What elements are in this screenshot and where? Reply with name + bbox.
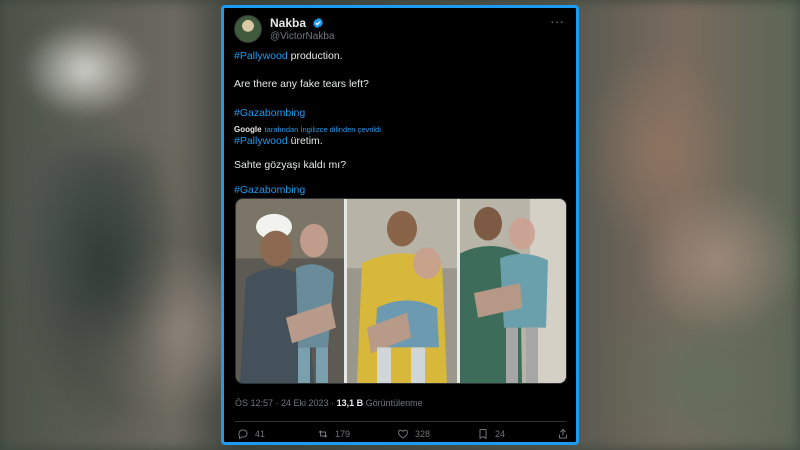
media-photo-1[interactable] (236, 199, 344, 383)
repost-button[interactable]: 179 (317, 428, 350, 440)
tweet-header: Nakba @VictorNakba ··· (234, 14, 566, 45)
tweet-text: üretim. (287, 135, 323, 147)
tweet-line-4: #Pallywood üretim. (234, 135, 323, 148)
blurred-background-figure (20, 150, 190, 450)
bookmark-icon (479, 429, 487, 440)
more-options-icon[interactable]: ··· (550, 14, 564, 28)
repost-count: 179 (335, 429, 351, 439)
tweet-line-6: #Gazabombing (234, 184, 305, 197)
reply-count: 41 (255, 429, 266, 439)
avatar[interactable] (234, 15, 262, 43)
verified-badge-icon (313, 17, 324, 29)
tweet-media[interactable] (235, 198, 567, 384)
tweet-meta: ÖS 12:57 · 24 Eki 2023 · 13,1 B Görüntül… (235, 398, 423, 408)
reply-button[interactable]: 41 (237, 428, 265, 440)
timestamp[interactable]: ÖS 12:57 · 24 Eki 2023 · (235, 398, 337, 408)
display-name-text[interactable]: Nakba (270, 16, 306, 30)
like-count: 328 (415, 429, 431, 439)
tweet-line-2: Are there any fake tears left? (234, 78, 369, 90)
tweet-text: production. (287, 50, 343, 62)
translation-note[interactable]: tarafından İngilizce dilinden çevrildi (265, 125, 381, 134)
hashtag-link[interactable]: #Pallywood (234, 50, 288, 62)
bookmark-button[interactable]: 24 (477, 428, 505, 440)
bookmark-count: 24 (495, 429, 506, 439)
hashtag-link[interactable]: #Gazabombing (234, 184, 305, 196)
share-button[interactable] (557, 428, 569, 440)
like-button[interactable]: 328 (397, 428, 430, 440)
tweet-line-3: #Gazabombing (234, 107, 305, 120)
share-icon (559, 428, 567, 439)
media-photo-3[interactable] (460, 199, 566, 383)
media-photo-2[interactable] (347, 199, 457, 383)
views-count: 13,1 B (336, 398, 364, 408)
handle[interactable]: @VictorNakba (270, 31, 334, 42)
hashtag-link[interactable]: #Pallywood (234, 135, 288, 147)
tweet-actions: 41 179 328 24 (235, 421, 569, 440)
tweet-line-5: Sahte gözyaşı kaldı mı? (234, 159, 347, 171)
tweet-card: Nakba @VictorNakba ··· #Pallywood produc… (221, 5, 579, 445)
google-logo: Google (234, 125, 262, 134)
repost-icon (318, 430, 328, 438)
display-name[interactable]: Nakba (270, 16, 324, 30)
views-label: Görüntülenme (363, 398, 423, 408)
tweet-line-1: #Pallywood production. (234, 50, 343, 63)
reply-icon (238, 429, 248, 440)
like-icon (398, 429, 408, 439)
hashtag-link[interactable]: #Gazabombing (234, 107, 305, 119)
